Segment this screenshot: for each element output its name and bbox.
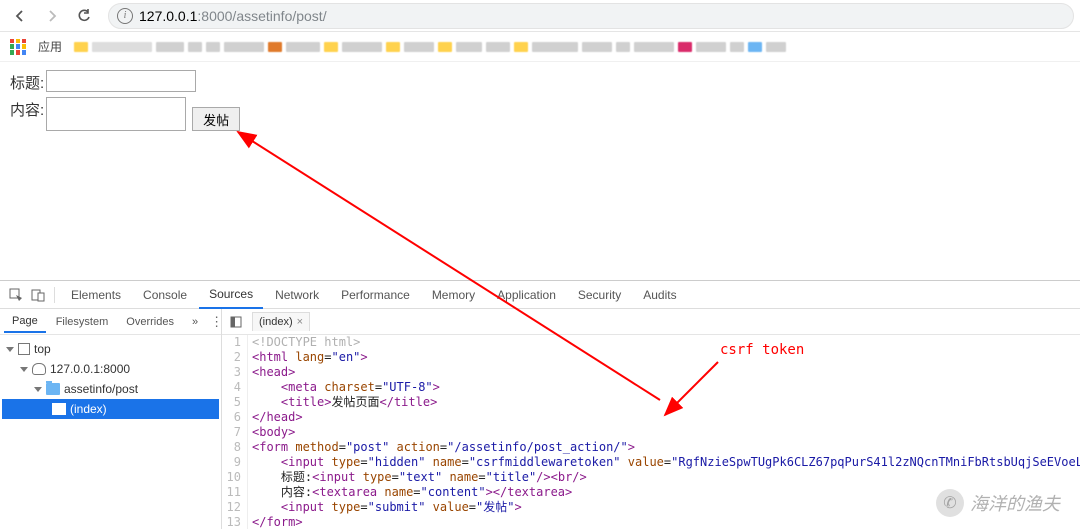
address-bar[interactable]: i 127.0.0.1:8000/assetinfo/post/ (108, 3, 1074, 29)
submit-button[interactable]: 发帖 (192, 107, 240, 131)
apps-label[interactable]: 应用 (38, 38, 62, 55)
folder-icon (46, 383, 60, 395)
back-button[interactable] (6, 4, 34, 28)
side-tab-overrides[interactable]: Overrides (118, 312, 182, 332)
tab-console[interactable]: Console (133, 282, 197, 308)
cloud-icon (32, 363, 46, 375)
devtools-panel: Elements Console Sources Network Perform… (0, 280, 1080, 529)
tab-sources[interactable]: Sources (199, 281, 263, 309)
tree-top[interactable]: top (2, 339, 219, 359)
device-icon[interactable] (28, 285, 48, 305)
tab-audits[interactable]: Audits (633, 282, 686, 308)
tab-performance[interactable]: Performance (331, 282, 420, 308)
content-label: 内容: (10, 97, 44, 120)
wechat-icon: ✆ (936, 489, 964, 517)
side-tab-filesystem[interactable]: Filesystem (48, 312, 117, 332)
tree-origin[interactable]: 127.0.0.1:8000 (2, 359, 219, 379)
toggle-navigator-icon[interactable] (226, 316, 246, 328)
watermark: ✆ 海洋的渔夫 (936, 489, 1060, 517)
tree-file-index[interactable]: (index) (2, 399, 219, 419)
forward-button[interactable] (38, 4, 66, 28)
file-tree: top 127.0.0.1:8000 assetinfo/post (index… (0, 335, 221, 423)
url-text: 127.0.0.1:8000/assetinfo/post/ (139, 8, 327, 24)
tab-security[interactable]: Security (568, 282, 631, 308)
side-tab-page[interactable]: Page (4, 311, 46, 333)
title-input[interactable] (46, 70, 196, 92)
title-label: 标题: (10, 70, 44, 93)
bookmarks-bar: 应用 (0, 32, 1080, 62)
file-tab-index[interactable]: (index)× (252, 312, 310, 331)
file-icon (52, 403, 66, 415)
browser-toolbar: i 127.0.0.1:8000/assetinfo/post/ (0, 0, 1080, 32)
devtools-tabs: Elements Console Sources Network Perform… (0, 281, 1080, 309)
bookmark-items-blurred (74, 41, 1070, 53)
close-icon[interactable]: × (297, 316, 303, 328)
tab-application[interactable]: Application (487, 282, 566, 308)
page-content: 标题: 内容: 发帖 (0, 62, 1080, 285)
tab-network[interactable]: Network (265, 282, 329, 308)
inspect-icon[interactable] (6, 285, 26, 305)
tab-elements[interactable]: Elements (61, 282, 131, 308)
tree-folder[interactable]: assetinfo/post (2, 379, 219, 399)
site-info-icon[interactable]: i (117, 8, 133, 24)
side-tab-more[interactable]: » (184, 312, 206, 332)
tab-memory[interactable]: Memory (422, 282, 485, 308)
sources-sidebar: Page Filesystem Overrides » ⋮ top 127.0.… (0, 309, 222, 529)
annotation-label: csrf token (720, 342, 804, 358)
reload-button[interactable] (70, 4, 98, 28)
content-textarea[interactable] (46, 97, 186, 131)
apps-icon[interactable] (10, 39, 26, 55)
